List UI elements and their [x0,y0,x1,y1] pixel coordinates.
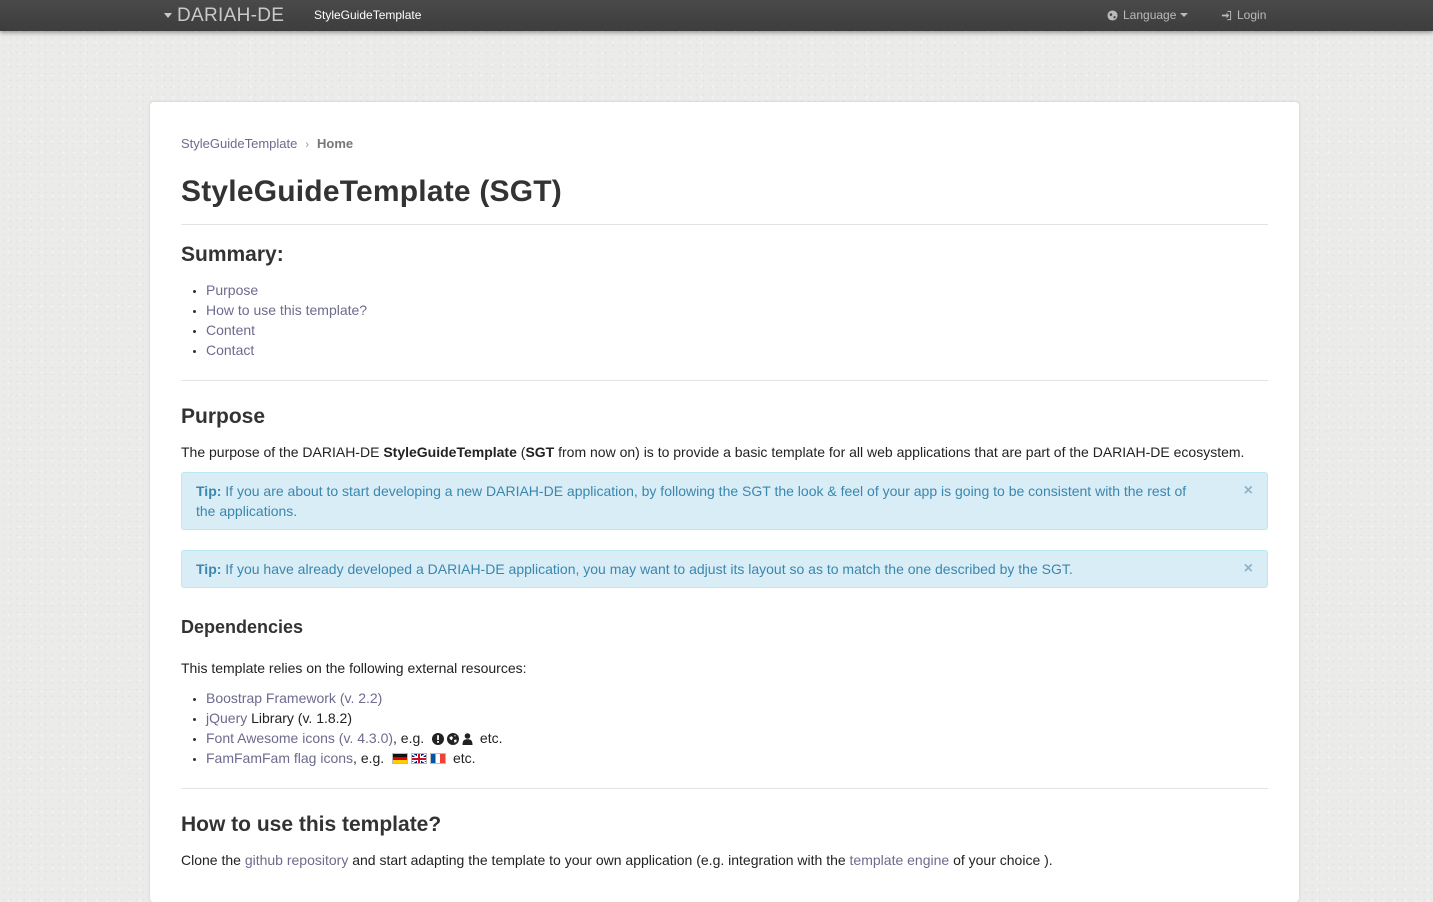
exclamation-circle-icon [432,733,445,745]
github-repository-link[interactable]: github repository [245,852,349,868]
close-icon[interactable]: × [1244,560,1253,578]
summary-link-contact[interactable]: Contact [206,342,254,358]
breadcrumb-root-link[interactable]: StyleGuideTemplate [181,136,297,151]
brand-label: DARIAH-DE [177,5,285,26]
tip-text: If you have already developed a DARIAH-D… [221,561,1073,577]
template-engine-link[interactable]: template engine [850,852,950,868]
tip-alert-existing-app: Tip: If you have already developed a DAR… [181,550,1268,588]
app-name-link[interactable]: StyleGuideTemplate [314,8,421,22]
language-dropdown[interactable]: Language [1107,8,1189,22]
summary-link-content[interactable]: Content [206,322,255,338]
dependencies-list: Boostrap Framework (v. 2.2) jQuery Libra… [181,688,503,768]
list-item: Purpose [206,280,367,300]
list-item: How to use this template? [206,300,367,320]
caret-down-icon [1180,13,1189,17]
flag-fr-icon [430,753,447,764]
tip-label: Tip: [196,561,222,577]
howto-text: Clone the github repository and start ad… [181,852,1053,868]
dependencies-intro: This template relies on the following ex… [181,660,527,676]
language-label: Language [1123,8,1177,22]
divider [181,380,1268,381]
famfamfam-link[interactable]: FamFamFam flag icons [206,750,353,766]
list-item: Font Awesome icons (v. 4.3.0), e.g. etc. [206,728,503,748]
list-item: Boostrap Framework (v. 2.2) [206,688,503,708]
globe-icon [447,733,460,745]
bootstrap-link[interactable]: Boostrap Framework (v. 2.2) [206,690,382,706]
jquery-link[interactable]: jQuery [206,710,247,726]
brand-menu[interactable]: DARIAH-DE [164,4,284,28]
tip-text: If you are about to start developing a n… [196,483,1187,519]
summary-link-howto[interactable]: How to use this template? [206,302,367,318]
tip-alert-new-app: Tip: If you are about to start developin… [181,472,1268,530]
list-item: Contact [206,340,367,360]
howto-heading: How to use this template? [181,813,442,836]
purpose-text: The purpose of the DARIAH-DE StyleGuideT… [181,444,1245,460]
summary-heading: Summary: [181,243,284,266]
flag-de-icon [392,753,409,764]
main-card: StyleGuideTemplate › Home StyleGuideTempla… [150,102,1299,902]
divider [181,224,1268,225]
list-item: Content [206,320,367,340]
login-link[interactable]: Login [1221,8,1266,22]
purpose-heading: Purpose [181,405,266,428]
list-item: FamFamFam flag icons, e.g. etc. [206,748,503,768]
summary-link-purpose[interactable]: Purpose [206,282,258,298]
divider [181,788,1268,789]
user-icon [462,733,473,745]
tip-label: Tip: [196,483,222,499]
close-icon[interactable]: × [1244,482,1253,500]
summary-list: Purpose How to use this template? Conten… [181,280,367,360]
breadcrumb: StyleGuideTemplate › Home [181,136,353,151]
top-navbar: DARIAH-DE StyleGuideTemplate Language Lo… [0,0,1433,31]
font-awesome-link[interactable]: Font Awesome icons (v. 4.3.0) [206,730,393,746]
globe-icon [1107,9,1118,21]
page-title: StyleGuideTemplate (SGT) [181,175,562,208]
sign-in-icon [1221,10,1232,20]
breadcrumb-separator: › [305,139,310,151]
list-item: jQuery Library (v. 1.8.2) [206,708,503,728]
login-label: Login [1237,8,1267,22]
caret-down-icon [164,12,172,18]
flag-gb-icon [411,753,428,764]
breadcrumb-current: Home [317,136,354,151]
dependencies-heading: Dependencies [181,617,304,637]
